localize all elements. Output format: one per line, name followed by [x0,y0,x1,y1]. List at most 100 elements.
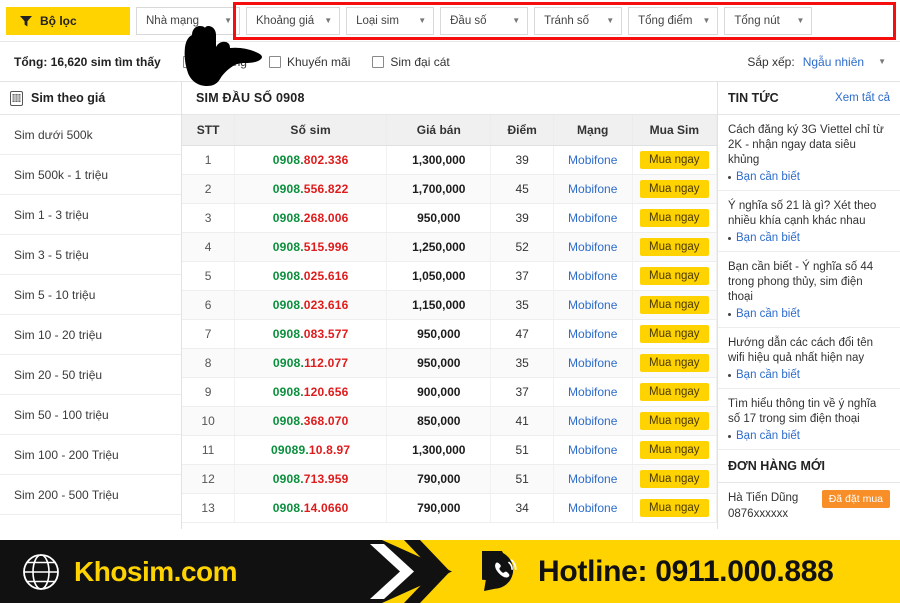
cell-sim-number[interactable]: 0908.083.577 [234,319,388,349]
cell-sim-number[interactable]: 0908.268.006 [234,203,388,233]
network-link[interactable]: Mobifone [568,182,617,196]
buy-now-button[interactable]: Mua ngay [640,295,709,314]
dropdown-khoang-gia[interactable]: Khoảng giá ▼ [246,6,341,35]
buy-now-button[interactable]: Mua ngay [640,208,709,227]
dropdown-dau-so[interactable]: Đầu số ▼ [440,6,529,35]
network-link[interactable]: Mobifone [568,211,617,225]
buy-now-button[interactable]: Mua ngay [640,266,709,285]
checkbox-tin-dang[interactable]: Tin đăng [182,55,247,69]
cell-network[interactable]: Mobifone [553,319,633,349]
network-link[interactable]: Mobifone [568,298,617,312]
banner-hotline-text: Hotline: 0911.000.888 [538,554,834,588]
buy-now-button[interactable]: Mua ngay [640,150,709,169]
news-item-tag[interactable]: Bạn cần biết [728,171,890,183]
checkbox-box[interactable] [372,55,385,68]
network-link[interactable]: Mobifone [568,414,617,428]
cell-diem: 47 [490,319,554,349]
news-item-tag[interactable]: Bạn cần biết [728,308,890,320]
cell-sim-number[interactable]: 0908.802.336 [234,145,388,175]
sim-card-icon [10,90,23,106]
checkbox-sim-dai-cat[interactable]: Sim đại cát [372,54,450,69]
news-item-tag[interactable]: Bạn cần biết [728,232,890,244]
cell-network[interactable]: Mobifone [553,464,633,494]
cell-sim-number[interactable]: 0908.556.822 [234,174,388,204]
col-header-mua: Mua Sim [632,115,717,146]
cell-network[interactable]: Mobifone [553,174,633,204]
dropdown-tranh-so[interactable]: Tránh số ▼ [534,6,623,35]
sidebar-item-price-6[interactable]: Sim 20 - 50 triệu [0,355,181,395]
sidebar-item-price-10[interactable]: Sim trên 500 triệu [0,515,181,529]
cell-sim-number[interactable]: 0908.025.616 [234,261,388,291]
buy-now-button[interactable]: Mua ngay [640,440,709,459]
buy-now-button[interactable]: Mua ngay [640,179,709,198]
network-link[interactable]: Mobifone [568,501,617,515]
network-link[interactable]: Mobifone [568,153,617,167]
checkbox-box[interactable] [268,55,281,68]
sort-select[interactable]: Ngẫu nhiên ▼ [803,55,886,69]
sidebar-item-price-3[interactable]: Sim 3 - 5 triệu [0,235,181,275]
sim-number-prefix: 0908. [272,500,304,515]
cell-network[interactable]: Mobifone [553,261,633,291]
sidebar-item-price-5[interactable]: Sim 10 - 20 triệu [0,315,181,355]
network-link[interactable]: Mobifone [568,327,617,341]
dropdown-tong-diem[interactable]: Tổng điểm ▼ [628,6,719,35]
news-item-title[interactable]: Hướng dẫn các cách đổi tên wifi hiệu quả… [728,336,890,366]
cell-sim-number[interactable]: 0908.515.996 [234,232,388,262]
buy-now-button[interactable]: Mua ngay [640,469,709,488]
news-item-title[interactable]: Tìm hiểu thông tin về ý nghĩa số 17 tron… [728,397,890,427]
network-link[interactable]: Mobifone [568,443,617,457]
cell-sim-number[interactable]: 09089.10.8.97 [234,435,388,465]
cell-sim-number[interactable]: 0908.713.959 [234,464,388,494]
news-view-all-link[interactable]: Xem tất cả [835,92,890,104]
dropdown-loai-sim[interactable]: Loại sim ▼ [346,6,435,35]
network-link[interactable]: Mobifone [568,240,617,254]
sidebar-item-price-9[interactable]: Sim 200 - 500 Triệu [0,475,181,515]
buy-now-button[interactable]: Mua ngay [640,411,709,430]
news-item-title[interactable]: Bạn cần biết - Ý nghĩa số 44 trong phong… [728,260,890,305]
sidebar-item-price-0[interactable]: Sim dưới 500k [0,115,181,155]
news-item-title[interactable]: Ý nghĩa số 21 là gì? Xét theo nhiều khía… [728,199,890,229]
cell-network[interactable]: Mobifone [553,290,633,320]
cell-network[interactable]: Mobifone [553,406,633,436]
cell-sim-number[interactable]: 0908.14.0660 [234,493,388,523]
col-header-gia: Giá bán [386,115,492,146]
news-item-title[interactable]: Cách đăng ký 3G Viettel chỉ từ 2K - nhận… [728,123,890,168]
buy-now-button[interactable]: Mua ngay [640,324,709,343]
network-link[interactable]: Mobifone [568,472,617,486]
cell-stt: 9 [182,377,236,407]
checkbox-sim-dai-cat-label: Sim đại cát [390,54,450,69]
checkbox-khuyen-mai[interactable]: Khuyến mãi [268,55,350,69]
sidebar-item-price-2[interactable]: Sim 1 - 3 triệu [0,195,181,235]
filter-button[interactable]: Bộ lọc [6,6,130,35]
table-row: 6 0908.023.616 1,150,000 35 Mobifone Mua ngay [182,290,717,320]
cell-network[interactable]: Mobifone [553,348,633,378]
checkbox-box[interactable] [182,55,195,68]
sidebar-item-price-8[interactable]: Sim 100 - 200 Triệu [0,435,181,475]
cell-network[interactable]: Mobifone [553,232,633,262]
buy-now-button[interactable]: Mua ngay [640,382,709,401]
cell-sim-number[interactable]: 0908.368.070 [234,406,388,436]
dropdown-tong-nut[interactable]: Tổng nút ▼ [724,6,813,35]
cell-network[interactable]: Mobifone [553,493,633,523]
sidebar-item-price-7[interactable]: Sim 50 - 100 triệu [0,395,181,435]
sidebar-item-price-4[interactable]: Sim 5 - 10 triệu [0,275,181,315]
network-link[interactable]: Mobifone [568,269,617,283]
buy-now-button[interactable]: Mua ngay [640,498,709,517]
cell-stt: 1 [182,145,236,175]
news-title: TIN TỨC [728,91,779,105]
news-item-tag[interactable]: Bạn cần biết [728,369,890,381]
cell-sim-number[interactable]: 0908.023.616 [234,290,388,320]
news-item-tag[interactable]: Bạn cần biết [728,430,890,442]
cell-network[interactable]: Mobifone [553,203,633,233]
cell-network[interactable]: Mobifone [553,377,633,407]
network-link[interactable]: Mobifone [568,385,617,399]
sidebar-item-price-1[interactable]: Sim 500k - 1 triệu [0,155,181,195]
network-link[interactable]: Mobifone [568,356,617,370]
cell-network[interactable]: Mobifone [553,435,633,465]
buy-now-button[interactable]: Mua ngay [640,237,709,256]
cell-sim-number[interactable]: 0908.120.656 [234,377,388,407]
cell-network[interactable]: Mobifone [553,145,633,175]
dropdown-nha-mang[interactable]: Nhà mạng ▼ [136,6,240,35]
buy-now-button[interactable]: Mua ngay [640,353,709,372]
cell-sim-number[interactable]: 0908.112.077 [234,348,388,378]
